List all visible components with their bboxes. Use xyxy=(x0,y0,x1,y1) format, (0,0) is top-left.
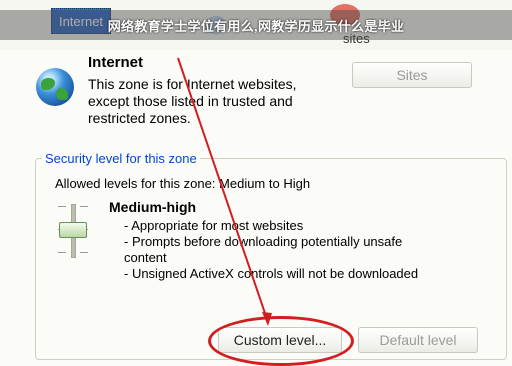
annotation-circle xyxy=(208,316,354,366)
annotation-arrow xyxy=(177,57,272,326)
